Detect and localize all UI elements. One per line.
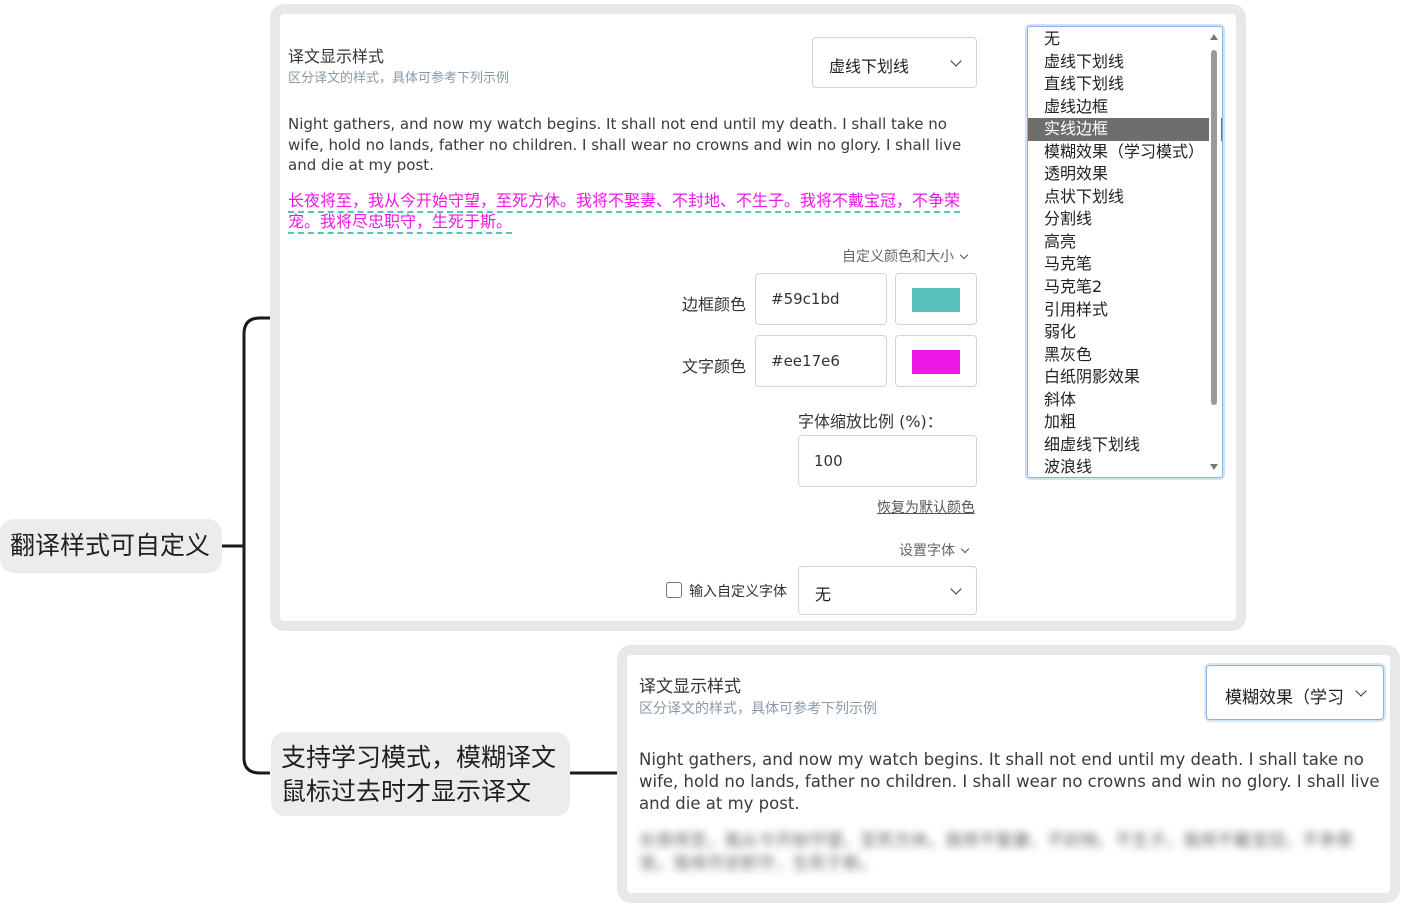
style-option[interactable]: 点状下划线 <box>1028 186 1222 209</box>
node-label-line2: 鼠标过去时才显示译文 <box>281 777 532 806</box>
section-title: 译文显示样式 <box>288 47 385 66</box>
font-settings-toggle-label: 设置字体 <box>899 543 955 559</box>
chevron-down-icon <box>959 250 969 260</box>
style-select[interactable]: 虚线下划线 <box>812 37 977 88</box>
style-option[interactable]: 虚线下划线 <box>1028 51 1222 74</box>
style-option[interactable]: 马克笔 <box>1028 253 1222 276</box>
text-color-input[interactable]: #ee17e6 <box>755 335 887 387</box>
mindmap-node-custom-style: 翻译样式可自定义 <box>0 519 222 573</box>
original-text: Night gathers, and now my watch begins. … <box>639 750 1380 813</box>
style-options: 无虚线下划线 直线下划线 虚线边框 实线边框 模糊效果（学习模式） 透明效果 点状下划线 分割… <box>1028 27 1222 477</box>
custom-color-toggle-label: 自定义颜色和大小 <box>842 249 954 265</box>
custom-color-toggle[interactable]: 自定义颜色和大小 <box>842 246 969 266</box>
scroll-down-arrow-icon[interactable] <box>1210 464 1218 470</box>
border-color-label: 边框颜色 <box>681 295 746 314</box>
font-scale-value: 100 <box>814 452 843 470</box>
blurred-translation[interactable]: 长夜将至，我从今开始守望，至死方休。我将不娶妻、不封地、不生子。我将不戴宝冠，不… <box>639 830 1379 876</box>
original-text: Night gathers, and now my watch begins. … <box>288 115 962 174</box>
style-option[interactable]: 白纸阴影效果 <box>1028 366 1222 389</box>
node-label-line1: 支持学习模式，模糊译文 <box>281 743 557 772</box>
listbox-scrollbar[interactable] <box>1209 28 1221 476</box>
reset-colors-link[interactable]: 恢复为默认颜色 <box>877 497 975 517</box>
style-select-value: 模糊效果（学习模式） <box>1225 688 1343 708</box>
style-select[interactable]: 模糊效果（学习模式） <box>1206 665 1384 720</box>
mindmap-node-learning-mode: 支持学习模式，模糊译文 鼠标过去时才显示译文 <box>271 732 570 816</box>
connector-main-branch <box>222 316 270 775</box>
custom-font-checkbox[interactable] <box>666 582 682 598</box>
text-color-label: 文字颜色 <box>681 357 746 376</box>
text-color-picker[interactable] <box>895 335 977 387</box>
style-option[interactable]: 黑灰色 <box>1028 344 1222 367</box>
style-option[interactable]: 透明效果 <box>1028 163 1222 186</box>
chevron-down-icon <box>960 544 970 554</box>
font-select-value: 无 <box>815 585 832 604</box>
border-color-swatch <box>912 288 960 312</box>
style-option[interactable]: 弱化 <box>1028 321 1222 344</box>
style-options-listbox[interactable]: 无虚线下划线 直线下划线 虚线边框 实线边框 模糊效果（学习模式） 透明效果 点状下划线 分割… <box>1027 26 1223 478</box>
style-select-value: 虚线下划线 <box>829 57 910 76</box>
style-option[interactable]: 马克笔2 <box>1028 276 1222 299</box>
style-option[interactable]: 波浪线 <box>1028 456 1222 477</box>
scrollbar-thumb[interactable] <box>1211 50 1217 405</box>
text-color-swatch <box>912 350 960 374</box>
style-option[interactable]: 高亮 <box>1028 231 1222 254</box>
translation-preview: 长夜将至，我从今开始守望，至死方休。我将不娶妻、不封地、不生子。我将不戴宝冠，不… <box>288 190 968 232</box>
style-option[interactable]: 实线边框 <box>1028 118 1222 141</box>
border-color-input[interactable]: #59c1bd <box>755 273 887 325</box>
font-scale-label: 字体缩放比例 (%)： <box>798 412 943 431</box>
section-title: 译文显示样式 <box>639 677 741 697</box>
style-option[interactable]: 引用样式 <box>1028 299 1222 322</box>
chevron-down-icon <box>1355 685 1367 697</box>
style-option[interactable]: 分割线 <box>1028 208 1222 231</box>
style-option[interactable]: 加粗 <box>1028 411 1222 434</box>
section-subtitle: 区分译文的样式，具体可参考下列示例 <box>288 71 510 86</box>
font-select[interactable]: 无 <box>798 566 977 615</box>
font-settings-toggle[interactable]: 设置字体 <box>899 540 970 560</box>
chevron-down-icon <box>950 55 962 67</box>
style-option[interactable]: 虚线边框 <box>1028 96 1222 119</box>
chevron-down-icon <box>950 583 962 595</box>
style-option[interactable]: 细虚线下划线 <box>1028 434 1222 457</box>
border-color-picker[interactable] <box>895 273 977 325</box>
section-subtitle: 区分译文的样式，具体可参考下列示例 <box>639 701 877 717</box>
style-option[interactable]: 模糊效果（学习模式） <box>1028 141 1222 164</box>
style-option[interactable]: 斜体 <box>1028 389 1222 412</box>
style-option[interactable]: 直线下划线 <box>1028 73 1222 96</box>
custom-font-checkbox-label: 输入自定义字体 <box>689 584 787 600</box>
border-color-value: #59c1bd <box>771 290 840 308</box>
node-label: 翻译样式可自定义 <box>10 531 211 560</box>
scroll-up-arrow-icon[interactable] <box>1210 34 1218 40</box>
translation-text: 长夜将至，我从今开始守望，至死方休。我将不娶妻、不封地、不生子。我将不戴宝冠，不… <box>288 191 961 231</box>
font-scale-input[interactable]: 100 <box>798 435 977 487</box>
text-color-value: #ee17e6 <box>771 352 840 370</box>
style-option[interactable]: 无 <box>1028 28 1222 51</box>
